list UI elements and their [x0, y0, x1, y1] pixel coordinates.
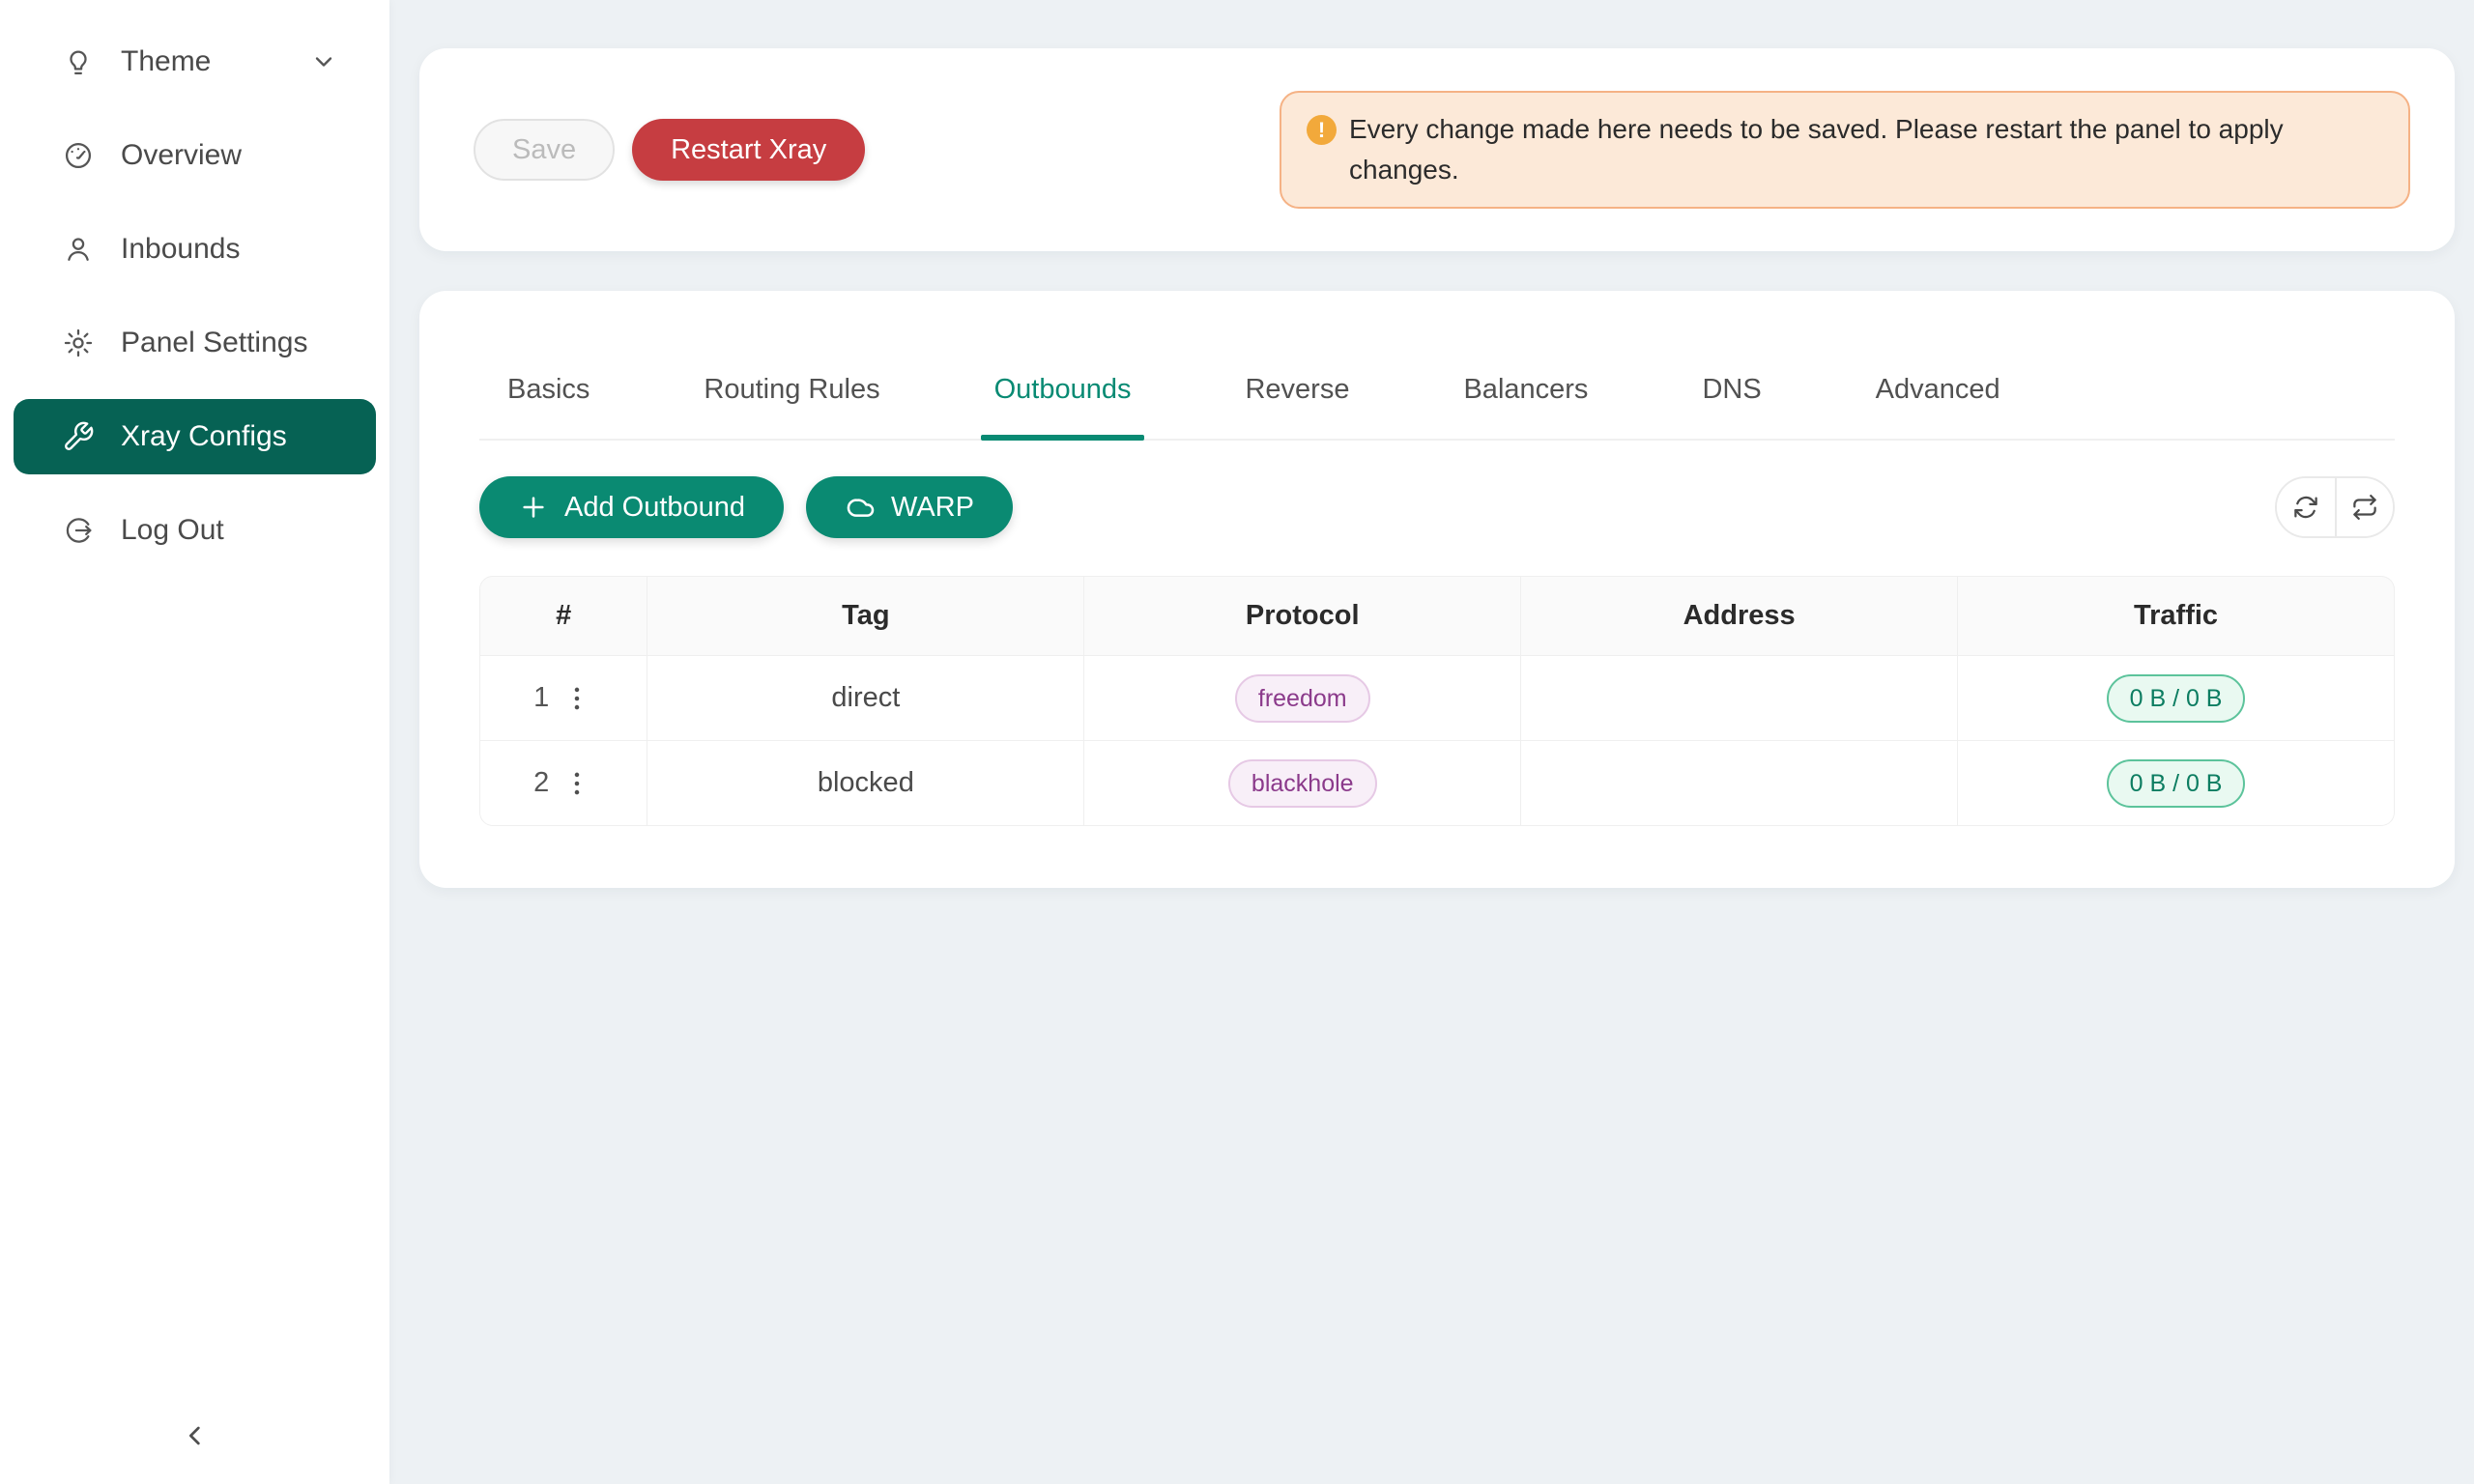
sidebar: Theme Overview	[0, 0, 389, 1484]
add-outbound-button[interactable]: Add Outbound	[479, 476, 784, 538]
row-menu-button[interactable]	[561, 682, 593, 715]
outbounds-actions: Add Outbound WARP	[479, 476, 2395, 538]
col-header-index: #	[479, 576, 647, 656]
xray-configs-card: Basics Routing Rules Outbounds Reverse B…	[419, 291, 2455, 888]
xray-configs-wrench-icon	[62, 420, 95, 453]
sidebar-item-inbounds[interactable]: Inbounds	[14, 212, 376, 287]
alert-text: Every change made here needs to be saved…	[1349, 114, 2284, 185]
row-index: 1	[533, 682, 549, 714]
refresh-button[interactable]	[2277, 478, 2335, 536]
row-tag: blocked	[647, 741, 1084, 826]
cloud-icon	[845, 492, 876, 523]
tab-basics[interactable]: Basics	[507, 318, 590, 439]
warning-icon: !	[1307, 115, 1337, 145]
sidebar-nav: Theme Overview	[0, 0, 389, 568]
repeat-button[interactable]	[2335, 478, 2393, 536]
tab-routing-rules[interactable]: Routing Rules	[704, 318, 879, 439]
add-outbound-label: Add Outbound	[564, 492, 745, 524]
tab-reverse[interactable]: Reverse	[1245, 318, 1349, 439]
sidebar-item-logout[interactable]: Log Out	[14, 493, 376, 568]
repeat-icon	[2350, 493, 2379, 522]
table-row: 2 blocked blackhole	[479, 741, 2395, 826]
logout-icon	[62, 514, 95, 547]
sidebar-item-xray-configs[interactable]: Xray Configs	[14, 399, 376, 474]
row-address	[1521, 656, 1958, 741]
table-header-row: # Tag Protocol Address Traffic	[479, 576, 2395, 656]
sidebar-item-panel-settings[interactable]: Panel Settings	[14, 305, 376, 381]
sidebar-item-overview[interactable]: Overview	[14, 118, 376, 193]
vertical-dots-icon	[561, 767, 593, 800]
tab-advanced[interactable]: Advanced	[1876, 318, 2000, 439]
config-tabs: Basics Routing Rules Outbounds Reverse B…	[479, 318, 2395, 441]
main-content: Save Restart Xray ! Every change made he…	[389, 0, 2474, 888]
row-address	[1521, 741, 1958, 826]
refresh-icon	[2291, 493, 2320, 522]
sidebar-item-label: Panel Settings	[121, 327, 307, 359]
inbounds-user-icon	[62, 233, 95, 266]
theme-bulb-icon	[62, 45, 95, 78]
row-tag: direct	[647, 656, 1084, 741]
sidebar-item-label: Inbounds	[121, 233, 240, 266]
plus-icon	[518, 492, 549, 523]
table-tools-group	[2275, 476, 2395, 538]
row-index: 2	[533, 767, 549, 799]
protocol-badge: blackhole	[1228, 759, 1377, 808]
sidebar-collapse-button[interactable]	[172, 1413, 218, 1459]
chevron-down-icon	[310, 48, 337, 75]
warp-button[interactable]: WARP	[806, 476, 1013, 538]
col-header-traffic: Traffic	[1958, 576, 2395, 656]
save-button[interactable]: Save	[474, 119, 615, 181]
chevron-left-icon	[180, 1420, 211, 1451]
tab-balancers[interactable]: Balancers	[1463, 318, 1588, 439]
restart-warning-alert: ! Every change made here needs to be sav…	[1280, 91, 2410, 209]
outbounds-table: # Tag Protocol Address Traffic 1	[479, 576, 2395, 826]
vertical-dots-icon	[561, 682, 593, 715]
panel-settings-gear-icon	[62, 327, 95, 359]
col-header-protocol: Protocol	[1084, 576, 1521, 656]
traffic-badge: 0 B / 0 B	[2107, 759, 2246, 808]
tab-dns[interactable]: DNS	[1702, 318, 1761, 439]
sidebar-item-label: Log Out	[121, 514, 224, 547]
col-header-tag: Tag	[647, 576, 1084, 656]
traffic-badge: 0 B / 0 B	[2107, 674, 2246, 723]
sidebar-item-theme[interactable]: Theme	[14, 24, 376, 100]
warp-label: WARP	[891, 492, 974, 524]
row-menu-button[interactable]	[561, 767, 593, 800]
protocol-badge: freedom	[1235, 674, 1370, 723]
sidebar-item-label: Theme	[121, 45, 211, 78]
table-row: 1 direct freedom	[479, 656, 2395, 741]
sidebar-item-label: Xray Configs	[121, 420, 287, 453]
restart-xray-button[interactable]: Restart Xray	[632, 119, 865, 181]
overview-gauge-icon	[62, 139, 95, 172]
tab-outbounds[interactable]: Outbounds	[994, 318, 1132, 439]
sidebar-item-label: Overview	[121, 139, 242, 172]
toolbar-card: Save Restart Xray ! Every change made he…	[419, 48, 2455, 251]
col-header-address: Address	[1521, 576, 1958, 656]
